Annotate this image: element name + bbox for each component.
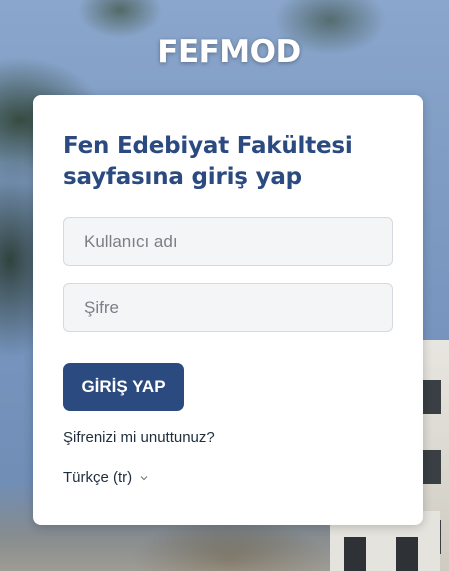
password-input[interactable]	[63, 283, 393, 332]
site-title: FEFMOD	[157, 34, 301, 70]
language-selector[interactable]: Türkçe (tr)	[63, 469, 149, 486]
login-heading: Fen Edebiyat Fakültesi sayfasına giriş y…	[63, 133, 353, 190]
language-label: Türkçe (tr)	[63, 469, 133, 486]
login-button[interactable]: GİRİŞ YAP	[63, 363, 184, 411]
chevron-down-icon	[140, 475, 148, 480]
username-input[interactable]	[63, 217, 393, 266]
forgot-password-link[interactable]: Şifrenizi mi unuttunuz?	[63, 429, 215, 446]
login-card: Fen Edebiyat Fakültesi sayfasına giriş y…	[33, 95, 423, 525]
